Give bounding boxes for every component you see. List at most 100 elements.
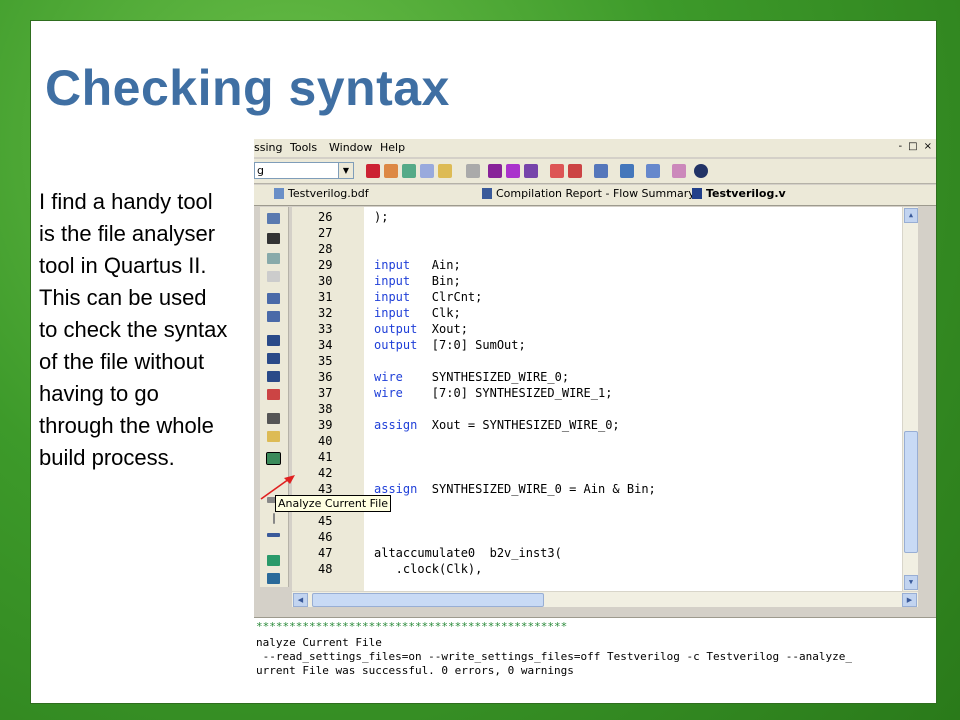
scroll-thumb[interactable]: [904, 431, 918, 553]
restore-icon[interactable]: □: [908, 141, 917, 152]
line-number: 31: [318, 290, 333, 304]
braces-icon[interactable]: [267, 271, 280, 282]
tab-label: Compilation Report - Flow Summary: [496, 187, 695, 200]
programmer-icon[interactable]: [620, 164, 634, 178]
tab-testverilog-v[interactable]: Testverilog.v: [692, 187, 786, 200]
line-number: 45: [318, 514, 333, 528]
scroll-thumb-horizontal[interactable]: [312, 593, 544, 607]
netlist-icon[interactable]: [420, 164, 434, 178]
document-tabs: Testverilog.bdf Compilation Report - Flo…: [254, 185, 936, 206]
vertical-scrollbar[interactable]: ▲ ▼: [902, 207, 918, 591]
code-rest: [7:0] SumOut;: [417, 338, 526, 352]
tab-testverilog-bdf[interactable]: Testverilog.bdf: [274, 187, 369, 200]
scroll-down-icon[interactable]: ▼: [904, 575, 918, 590]
line-number: 35: [318, 354, 333, 368]
compile-icon[interactable]: [366, 164, 380, 178]
code-text: wire SYNTHESIZED_WIRE_0;: [374, 369, 569, 385]
code-text: input ClrCnt;: [374, 289, 482, 305]
analysis-icon[interactable]: [506, 164, 520, 178]
chevron-down-icon[interactable]: ▼: [338, 163, 353, 178]
replace-icon[interactable]: [267, 253, 280, 264]
timer-icon[interactable]: [568, 164, 582, 178]
red-arrow-icon: [260, 475, 295, 500]
keyword: output: [374, 338, 418, 352]
keyword: assign: [374, 418, 418, 432]
code-text: input Ain;: [374, 257, 461, 273]
console-line: ****************************************…: [256, 620, 568, 633]
attach-icon[interactable]: [267, 413, 280, 424]
keyword: wire: [374, 386, 403, 400]
line-icon[interactable]: [267, 555, 280, 566]
line-2-icon[interactable]: [267, 573, 280, 584]
line-number: 47: [318, 546, 333, 560]
line-number: 40: [318, 434, 333, 448]
keyword: input: [374, 306, 411, 320]
line-number: 32: [318, 306, 333, 320]
goto-line-icon[interactable]: [267, 533, 280, 537]
code-rest: Bin;: [410, 274, 461, 288]
chip-planner-icon[interactable]: [672, 164, 686, 178]
revision-combo[interactable]: g ▼: [254, 162, 354, 179]
help-icon[interactable]: [694, 164, 708, 178]
line-number: 48: [318, 562, 333, 576]
assignment-icon[interactable]: [646, 164, 660, 178]
prev-bookmark-icon[interactable]: [267, 371, 280, 382]
stop-icon[interactable]: [466, 164, 480, 178]
code-text: altaccumulate0 b2v_inst3(: [374, 545, 562, 561]
minimize-icon[interactable]: -: [899, 141, 903, 152]
code-rest: Xout;: [417, 322, 468, 336]
code-rest: Clk;: [410, 306, 461, 320]
cursor-icon[interactable]: [273, 513, 275, 524]
outdent-icon[interactable]: [267, 311, 280, 322]
text-editor-sidebar: [260, 207, 289, 587]
line-number: 30: [318, 274, 333, 288]
horizontal-scrollbar[interactable]: ◀ ▶: [292, 591, 918, 607]
bookmark-icon[interactable]: [267, 335, 280, 346]
menu-item-window[interactable]: Window: [329, 141, 372, 154]
next-bookmark-icon[interactable]: [267, 353, 280, 364]
chip-icon[interactable]: [438, 164, 452, 178]
line-number: 33: [318, 322, 333, 336]
insert-template-icon[interactable]: [267, 213, 280, 224]
scroll-left-icon[interactable]: ◀: [293, 593, 308, 607]
tab-compilation-report[interactable]: Compilation Report - Flow Summary: [482, 187, 695, 200]
report-icon[interactable]: [594, 164, 608, 178]
indent-icon[interactable]: [267, 293, 280, 304]
clock-icon[interactable]: [550, 164, 564, 178]
find-icon[interactable]: [267, 233, 280, 244]
pencil-icon[interactable]: [384, 164, 398, 178]
line-number: 29: [318, 258, 333, 272]
line-number: 26: [318, 210, 333, 224]
analyze-current-file-icon[interactable]: [266, 452, 281, 465]
code-text: .clock(Clk),: [374, 561, 483, 577]
code-text: output [7:0] SumOut;: [374, 337, 526, 353]
scroll-up-icon[interactable]: ▲: [904, 208, 918, 223]
toolbar: g ▼: [254, 159, 936, 184]
keyword: output: [374, 322, 418, 336]
keyword: input: [374, 290, 411, 304]
code-rest: Ain;: [410, 258, 461, 272]
line-number: 39: [318, 418, 333, 432]
menu-item-processing[interactable]: ssing: [254, 141, 282, 154]
timing-icon[interactable]: [402, 164, 416, 178]
code-text: input Bin;: [374, 273, 461, 289]
comment-icon[interactable]: [267, 431, 280, 442]
code-rest: SYNTHESIZED_WIRE_0;: [402, 370, 570, 384]
bdf-file-icon: [274, 188, 284, 199]
close-icon[interactable]: ×: [924, 141, 932, 152]
slide-title: Checking syntax: [45, 60, 450, 116]
line-number: 36: [318, 370, 333, 384]
start-icon[interactable]: [488, 164, 502, 178]
scroll-right-icon[interactable]: ▶: [902, 593, 917, 607]
step-icon[interactable]: [524, 164, 538, 178]
keyword: input: [374, 274, 411, 288]
menu-item-tools[interactable]: Tools: [290, 141, 317, 154]
code-rest: [7:0] SYNTHESIZED_WIRE_1;: [402, 386, 613, 400]
line-number: 27: [318, 226, 333, 240]
clear-bookmarks-icon[interactable]: [267, 389, 280, 400]
code-rest: );: [374, 210, 389, 224]
code-editor[interactable]: 26); 27 28 29 input Ain; 30 input Bin; 31 input …: [292, 207, 918, 591]
keyword: input: [374, 258, 411, 272]
menu-item-help[interactable]: Help: [380, 141, 405, 154]
code-rest: .clock(Clk),: [374, 562, 483, 576]
